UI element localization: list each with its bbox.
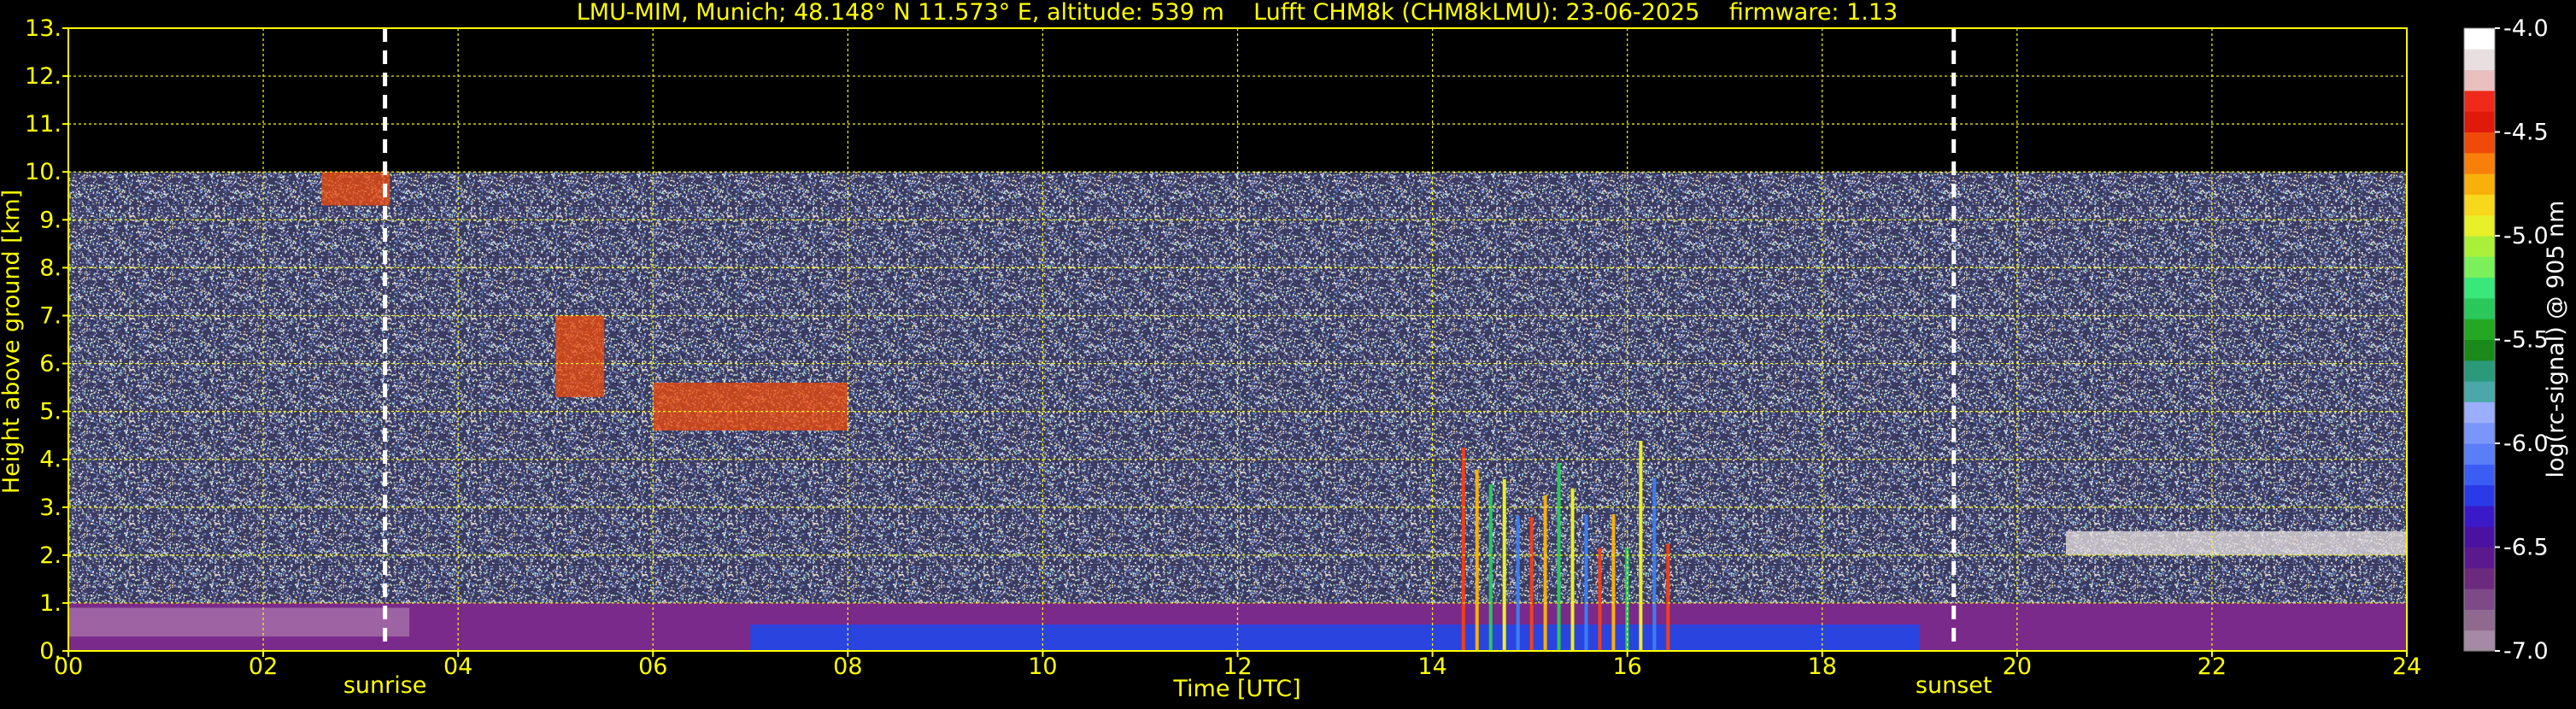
cloud-patch [653, 382, 848, 431]
precipitation-streak [1529, 517, 1534, 651]
precipitation-streak [1611, 513, 1616, 651]
chart-title: LMU-MIM, Munich; 48.148° N 11.573° E, al… [577, 0, 1898, 26]
colorbar-segment [2464, 173, 2495, 195]
colorbar-segment [2464, 152, 2495, 174]
colorbar-segment [2464, 214, 2495, 237]
colorbar-tick-label: -5.0 [2503, 223, 2549, 249]
aerosol-band [2065, 530, 2407, 555]
colorbar-segment [2464, 28, 2495, 50]
x-tick-label: 24 [2392, 653, 2421, 680]
colorbar-segment [2464, 464, 2495, 486]
x-tick-label: 16 [1612, 653, 1641, 680]
y-tick-label: 5. [39, 399, 62, 425]
y-tick-label: 1. [39, 590, 62, 617]
colorbar-segment [2464, 297, 2495, 319]
y-tick-label: 6. [39, 351, 62, 378]
precipitation-streak [1461, 447, 1465, 651]
colorbar-segment [2464, 236, 2495, 257]
x-axis-label: Time [UTC] [1172, 676, 1300, 702]
cloud-patch [321, 172, 390, 206]
x-tick-label: 08 [833, 653, 862, 680]
x-tick-label: 02 [249, 653, 278, 680]
precipitation-streak [1584, 514, 1588, 651]
colorbar-segment [2464, 630, 2495, 652]
colorbar-segment [2464, 443, 2495, 465]
y-tick-label: 10. [25, 159, 62, 185]
y-tick-label: 3. [39, 495, 62, 521]
x-tick-label: 04 [443, 653, 472, 680]
colorbar-segment [2464, 547, 2495, 569]
cloud-patch [555, 315, 605, 397]
precipitation-streak [1502, 479, 1506, 651]
x-tick-label: 14 [1417, 653, 1446, 680]
colorbar-segment [2464, 609, 2495, 631]
colorbar-segment [2464, 49, 2495, 71]
chart-svg: sunrise sunset 00 02 04 06 08 10 12 14 16 18 20 22 24… [0, 0, 2569, 702]
colorbar-tick-label: -7.0 [2503, 638, 2549, 665]
y-axis-label: Height above ground [km] [0, 190, 25, 494]
x-tick-label: 22 [2198, 653, 2227, 680]
colorbar-segment [2464, 589, 2495, 610]
precipitation-streak [1475, 469, 1479, 651]
colorbar-label: log(rc-signal) @ 905 nm [2543, 201, 2569, 478]
boundary-layer-core [750, 624, 1920, 651]
colorbar-segment [2464, 319, 2495, 340]
colorbar-segment [2464, 422, 2495, 444]
precipitation-streak [1543, 495, 1547, 651]
event-label-sunrise: sunrise [343, 672, 427, 699]
x-tick-label: 10 [1028, 653, 1057, 680]
colorbar-segment [2464, 360, 2495, 382]
colorbar-segment [2464, 484, 2495, 507]
y-tick-label: 12. [25, 63, 62, 90]
precipitation-streak [1598, 548, 1602, 651]
y-tick-label: 9. [39, 207, 62, 233]
colorbar-tick-label: -5.5 [2503, 327, 2549, 354]
colorbar-segment [2464, 567, 2495, 589]
colorbar-segment [2464, 194, 2495, 216]
y-tick-label: 8. [39, 255, 62, 281]
colorbar-segment [2464, 277, 2495, 299]
y-tick-label: 2. [39, 542, 62, 569]
colorbar-segment [2464, 381, 2495, 402]
ceilometer-chart: sunrise sunset 00 02 04 06 08 10 12 14 16 18 20 22 24… [0, 0, 2576, 706]
cloud-layer [653, 382, 848, 431]
event-label-sunset: sunset [1916, 672, 1992, 699]
colorbar-tick-label: -4.5 [2503, 120, 2549, 146]
precipitation-streak [1639, 440, 1643, 651]
y-tick-label: 11. [25, 111, 62, 138]
colorbar-segment [2464, 256, 2495, 278]
colorbar-tick-label: -4.0 [2503, 15, 2549, 42]
y-tick-label: 7. [39, 302, 62, 329]
colorbar-segment [2464, 132, 2495, 154]
colorbar: -4.0 -4.5 -5.0 -5.5 -6.0 -6.5 -7.0 [2463, 15, 2549, 665]
colorbar-segment [2464, 526, 2495, 548]
cloud-layer [321, 172, 390, 206]
x-tick-label: 18 [1808, 653, 1837, 680]
colorbar-segment [2464, 69, 2495, 91]
colorbar-segment [2464, 401, 2495, 424]
boundary-layer-morning [68, 607, 410, 637]
precipitation-streak [1666, 543, 1670, 651]
aerosol-layer [2065, 530, 2407, 555]
colorbar-segment [2464, 339, 2495, 361]
precipitation-streak [1570, 488, 1575, 651]
colorbar-tick-label: -6.0 [2503, 431, 2549, 457]
colorbar-segment [2464, 505, 2495, 527]
y-tick-label: 0. [39, 638, 62, 665]
colorbar-segment [2464, 111, 2495, 132]
precipitation-streak [1557, 463, 1561, 651]
x-tick-label: 06 [638, 653, 667, 680]
y-tick-label: 4. [39, 447, 62, 473]
colorbar-tick-label: -6.5 [2503, 535, 2549, 561]
y-tick-label: 13. [25, 15, 62, 42]
precipitation-streak [1488, 483, 1493, 651]
colorbar-segment [2464, 90, 2495, 112]
cloud-layer [555, 315, 605, 397]
x-tick-label: 20 [2003, 653, 2032, 680]
precipitation-streak [1652, 478, 1657, 651]
precipitation-streak [1516, 515, 1520, 651]
